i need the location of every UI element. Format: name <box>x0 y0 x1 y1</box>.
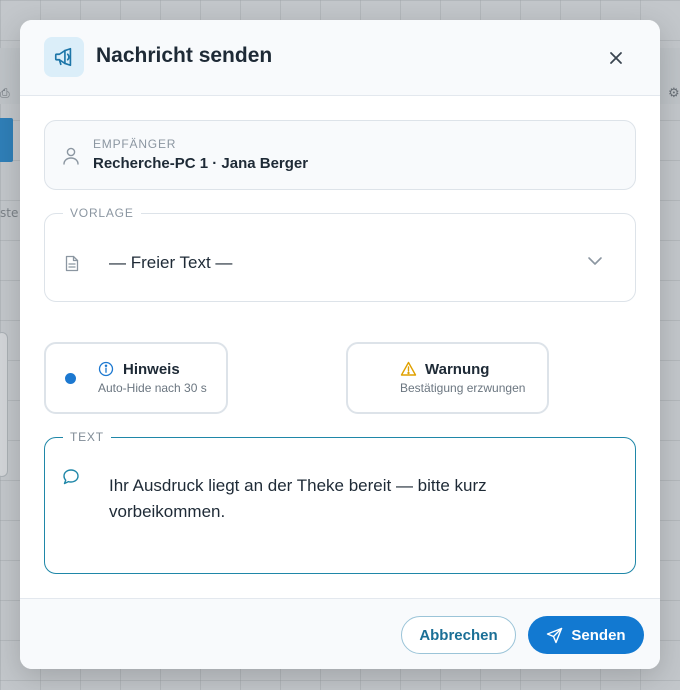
template-selected-value: — Freier Text — <box>109 253 233 272</box>
text-label: TEXT <box>63 430 111 444</box>
type-title: Hinweis <box>123 361 180 378</box>
type-option-warnung[interactable]: Warnung Bestätigung erzwungen <box>346 342 549 414</box>
send-button[interactable]: Senden <box>528 616 644 654</box>
type-option-hinweis[interactable]: Hinweis Auto-Hide nach 30 s <box>44 342 228 414</box>
template-label: VORLAGE <box>63 206 141 220</box>
template-select[interactable]: VORLAGE — Freier Text — <box>44 206 636 302</box>
megaphone-icon <box>44 37 84 77</box>
selected-indicator <box>65 373 76 384</box>
type-subtitle: Bestätigung erzwungen <box>400 381 526 395</box>
printer-icon: ⎙ <box>0 86 10 100</box>
paper-plane-icon <box>547 627 563 643</box>
close-button[interactable] <box>602 44 630 72</box>
background-text: ster <box>0 206 18 220</box>
chat-bubble-icon <box>63 469 79 485</box>
send-message-dialog: Nachricht senden EMPFÄNGER Recherche-PC … <box>20 20 660 669</box>
background-panel <box>0 332 8 477</box>
message-text: Ihr Ausdruck liegt an der Theke bereit —… <box>109 476 487 521</box>
close-icon <box>610 52 622 64</box>
recipient-box: EMPFÄNGER Recherche-PC 1 · Jana Berger <box>44 120 636 190</box>
type-title: Warnung <box>425 361 490 378</box>
cancel-button[interactable]: Abbrechen <box>401 616 516 654</box>
dialog-title: Nachricht senden <box>96 44 273 67</box>
warning-icon <box>400 361 417 376</box>
gear-icon: ⚙ <box>668 86 680 101</box>
document-icon <box>65 255 79 272</box>
send-label: Senden <box>571 626 626 644</box>
message-textarea[interactable]: TEXT Ihr Ausdruck liegt an der Theke ber… <box>44 430 636 574</box>
info-icon <box>98 361 114 377</box>
background-active-item <box>0 118 13 162</box>
dialog-header: Nachricht senden <box>20 20 660 96</box>
chevron-down-icon <box>588 257 602 265</box>
recipient-label: EMPFÄNGER <box>93 137 177 151</box>
recipient-value: Recherche-PC 1 · Jana Berger <box>93 155 309 172</box>
user-icon <box>63 147 79 165</box>
dialog-footer: Abbrechen Senden <box>20 598 660 669</box>
type-subtitle: Auto-Hide nach 30 s <box>98 381 207 395</box>
